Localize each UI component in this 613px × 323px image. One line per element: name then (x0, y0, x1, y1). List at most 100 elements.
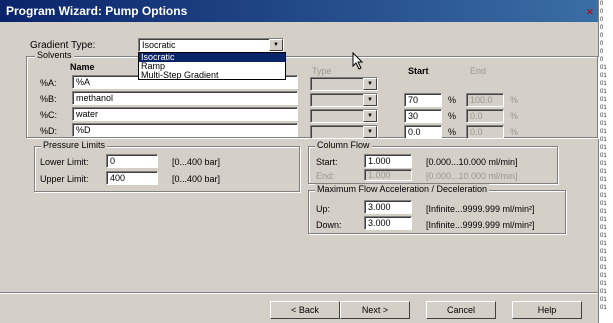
background-text-fragment: 0 (600, 17, 604, 23)
chevron-down-icon[interactable]: ▼ (363, 94, 377, 106)
background-text-fragment: 01 (600, 217, 607, 223)
chevron-down-icon[interactable]: ▼ (363, 78, 377, 90)
upper-limit-label: Upper Limit: (40, 174, 89, 184)
background-text-fragment: 0 (600, 33, 604, 39)
accel-down-range: [Infinite...9999.999 ml/min²] (426, 220, 535, 230)
close-icon[interactable]: × (586, 4, 594, 19)
accel-down-input[interactable]: 3.000 (364, 216, 412, 230)
solvent-c-start-percent: % (448, 111, 457, 121)
solvent-d-name-input[interactable]: %D (72, 123, 298, 137)
background-text-fragment: 01 (600, 233, 607, 239)
lower-limit-input[interactable]: 0 (106, 154, 158, 168)
background-text-fragment: 0 (600, 41, 604, 47)
background-window-strip: 0 0 0 0 0 0 0 0 01 01 01 01 01 01 01 01 01 01 01 01 01 01 01 01… (598, 0, 613, 323)
accel-down-label: Down: (316, 220, 342, 230)
solvent-b-end-percent: % (510, 95, 519, 105)
background-text-fragment: 01 (600, 81, 607, 87)
background-text-fragment: 01 (600, 289, 607, 295)
solvent-b-type-select[interactable]: ▼ (310, 93, 378, 107)
lower-limit-range: [0...400 bar] (172, 157, 221, 167)
background-text-fragment: 0 (600, 1, 604, 7)
background-text-fragment: 01 (600, 305, 607, 311)
flow-end-input[interactable]: 1.000 (364, 169, 412, 181)
flow-start-label: Start: (316, 157, 338, 167)
solvent-d-start-input[interactable]: 0.0 (404, 125, 442, 139)
flow-start-input[interactable]: 1.000 (364, 154, 412, 168)
background-text-fragment: 01 (600, 273, 607, 279)
background-text-fragment: 01 (600, 185, 607, 191)
flow-end-range: [0.000...10.000 ml/min] (426, 171, 518, 181)
background-text-fragment: 01 (600, 137, 607, 143)
solvent-d-label: %D: (40, 126, 58, 136)
next-button[interactable]: Next > (340, 301, 410, 319)
solvent-c-type-select[interactable]: ▼ (310, 109, 378, 123)
background-text-fragment: 01 (600, 201, 607, 207)
background-text-fragment: 01 (600, 97, 607, 103)
solvent-c-end-input[interactable]: 0.0 (466, 109, 504, 123)
background-text-fragment: 01 (600, 105, 607, 111)
upper-limit-range: [0...400 bar] (172, 174, 221, 184)
title-bar[interactable]: Program Wizard: Pump Options (0, 0, 598, 22)
solvent-c-name-input[interactable]: water (72, 107, 298, 121)
background-text-fragment: 01 (600, 257, 607, 263)
pressure-limits-legend: Pressure Limits (41, 140, 108, 150)
background-text-fragment: 01 (600, 113, 607, 119)
background-text-fragment: 01 (600, 89, 607, 95)
solvent-b-start-input[interactable]: 70 (404, 93, 442, 107)
solvents-end-header: End (470, 66, 487, 76)
background-text-fragment: 01 (600, 169, 607, 175)
program-wizard-window: Program Wizard: Pump Options × Gradient … (0, 0, 598, 323)
solvent-d-end-percent: % (510, 127, 519, 137)
accel-up-label: Up: (316, 204, 331, 214)
chevron-down-icon[interactable]: ▼ (269, 39, 283, 51)
background-text-fragment: 0 (600, 9, 604, 15)
solvent-a-type-select[interactable]: ▼ (310, 77, 378, 91)
background-text-fragment: 01 (600, 193, 607, 199)
max-flow-accel-legend: Maximum Flow Acceleration / Deceleration (315, 184, 490, 194)
background-text-fragment: 01 (600, 177, 607, 183)
solvent-c-label: %C: (40, 110, 58, 120)
solvent-d-type-select[interactable]: ▼ (310, 125, 378, 139)
background-text-fragment: 01 (600, 65, 607, 71)
background-text-fragment: 01 (600, 73, 607, 79)
solvents-start-header: Start (408, 66, 429, 76)
background-text-fragment: 01 (600, 153, 607, 159)
background-text-fragment: 01 (600, 265, 607, 271)
pressure-limits-group: Pressure Limits (34, 140, 300, 192)
gradient-option-multistep[interactable]: Multi-Step Gradient (139, 71, 285, 80)
solvents-name-header: Name (70, 62, 95, 72)
chevron-down-icon[interactable]: ▼ (363, 110, 377, 122)
gradient-type-dropdown-list: Isocratic Ramp Multi-Step Gradient (138, 52, 286, 80)
window-title: Program Wizard: Pump Options (6, 4, 188, 18)
background-text-fragment: 01 (600, 281, 607, 287)
chevron-down-icon[interactable]: ▼ (363, 126, 377, 138)
help-button[interactable]: Help (512, 301, 582, 319)
solvent-d-start-percent: % (448, 127, 457, 137)
flow-end-label: End: (316, 171, 335, 181)
solvent-d-end-input[interactable]: 0.0 (466, 125, 504, 139)
solvent-c-start-input[interactable]: 30 (404, 109, 442, 123)
background-text-fragment: 01 (600, 129, 607, 135)
gradient-type-value: Isocratic (142, 40, 176, 50)
button-divider (0, 292, 598, 294)
background-text-fragment: 01 (600, 249, 607, 255)
background-text-fragment: 01 (600, 225, 607, 231)
solvent-b-label: %B: (40, 94, 57, 104)
background-text-fragment: 01 (600, 121, 607, 127)
cancel-button[interactable]: Cancel (426, 301, 496, 319)
solvent-b-end-input[interactable]: 100.0 (466, 93, 504, 107)
accel-up-range: [Infinite...9999.999 ml/min²] (426, 204, 535, 214)
solvents-type-header: Type (312, 66, 332, 76)
background-text-fragment: 0 (600, 25, 604, 31)
accel-up-input[interactable]: 3.000 (364, 200, 412, 214)
background-text-fragment: 01 (600, 145, 607, 151)
back-button[interactable]: < Back (270, 301, 340, 319)
column-flow-legend: Column Flow (315, 140, 372, 150)
gradient-type-select[interactable]: Isocratic ▼ (138, 38, 284, 52)
background-text-fragment: 01 (600, 161, 607, 167)
solvent-a-label: %A: (40, 78, 57, 88)
background-text-fragment: 0 (600, 49, 604, 55)
upper-limit-input[interactable]: 400 (106, 171, 158, 185)
solvent-b-name-input[interactable]: methanol (72, 91, 298, 105)
flow-start-range: [0.000...10.000 ml/min] (426, 157, 518, 167)
